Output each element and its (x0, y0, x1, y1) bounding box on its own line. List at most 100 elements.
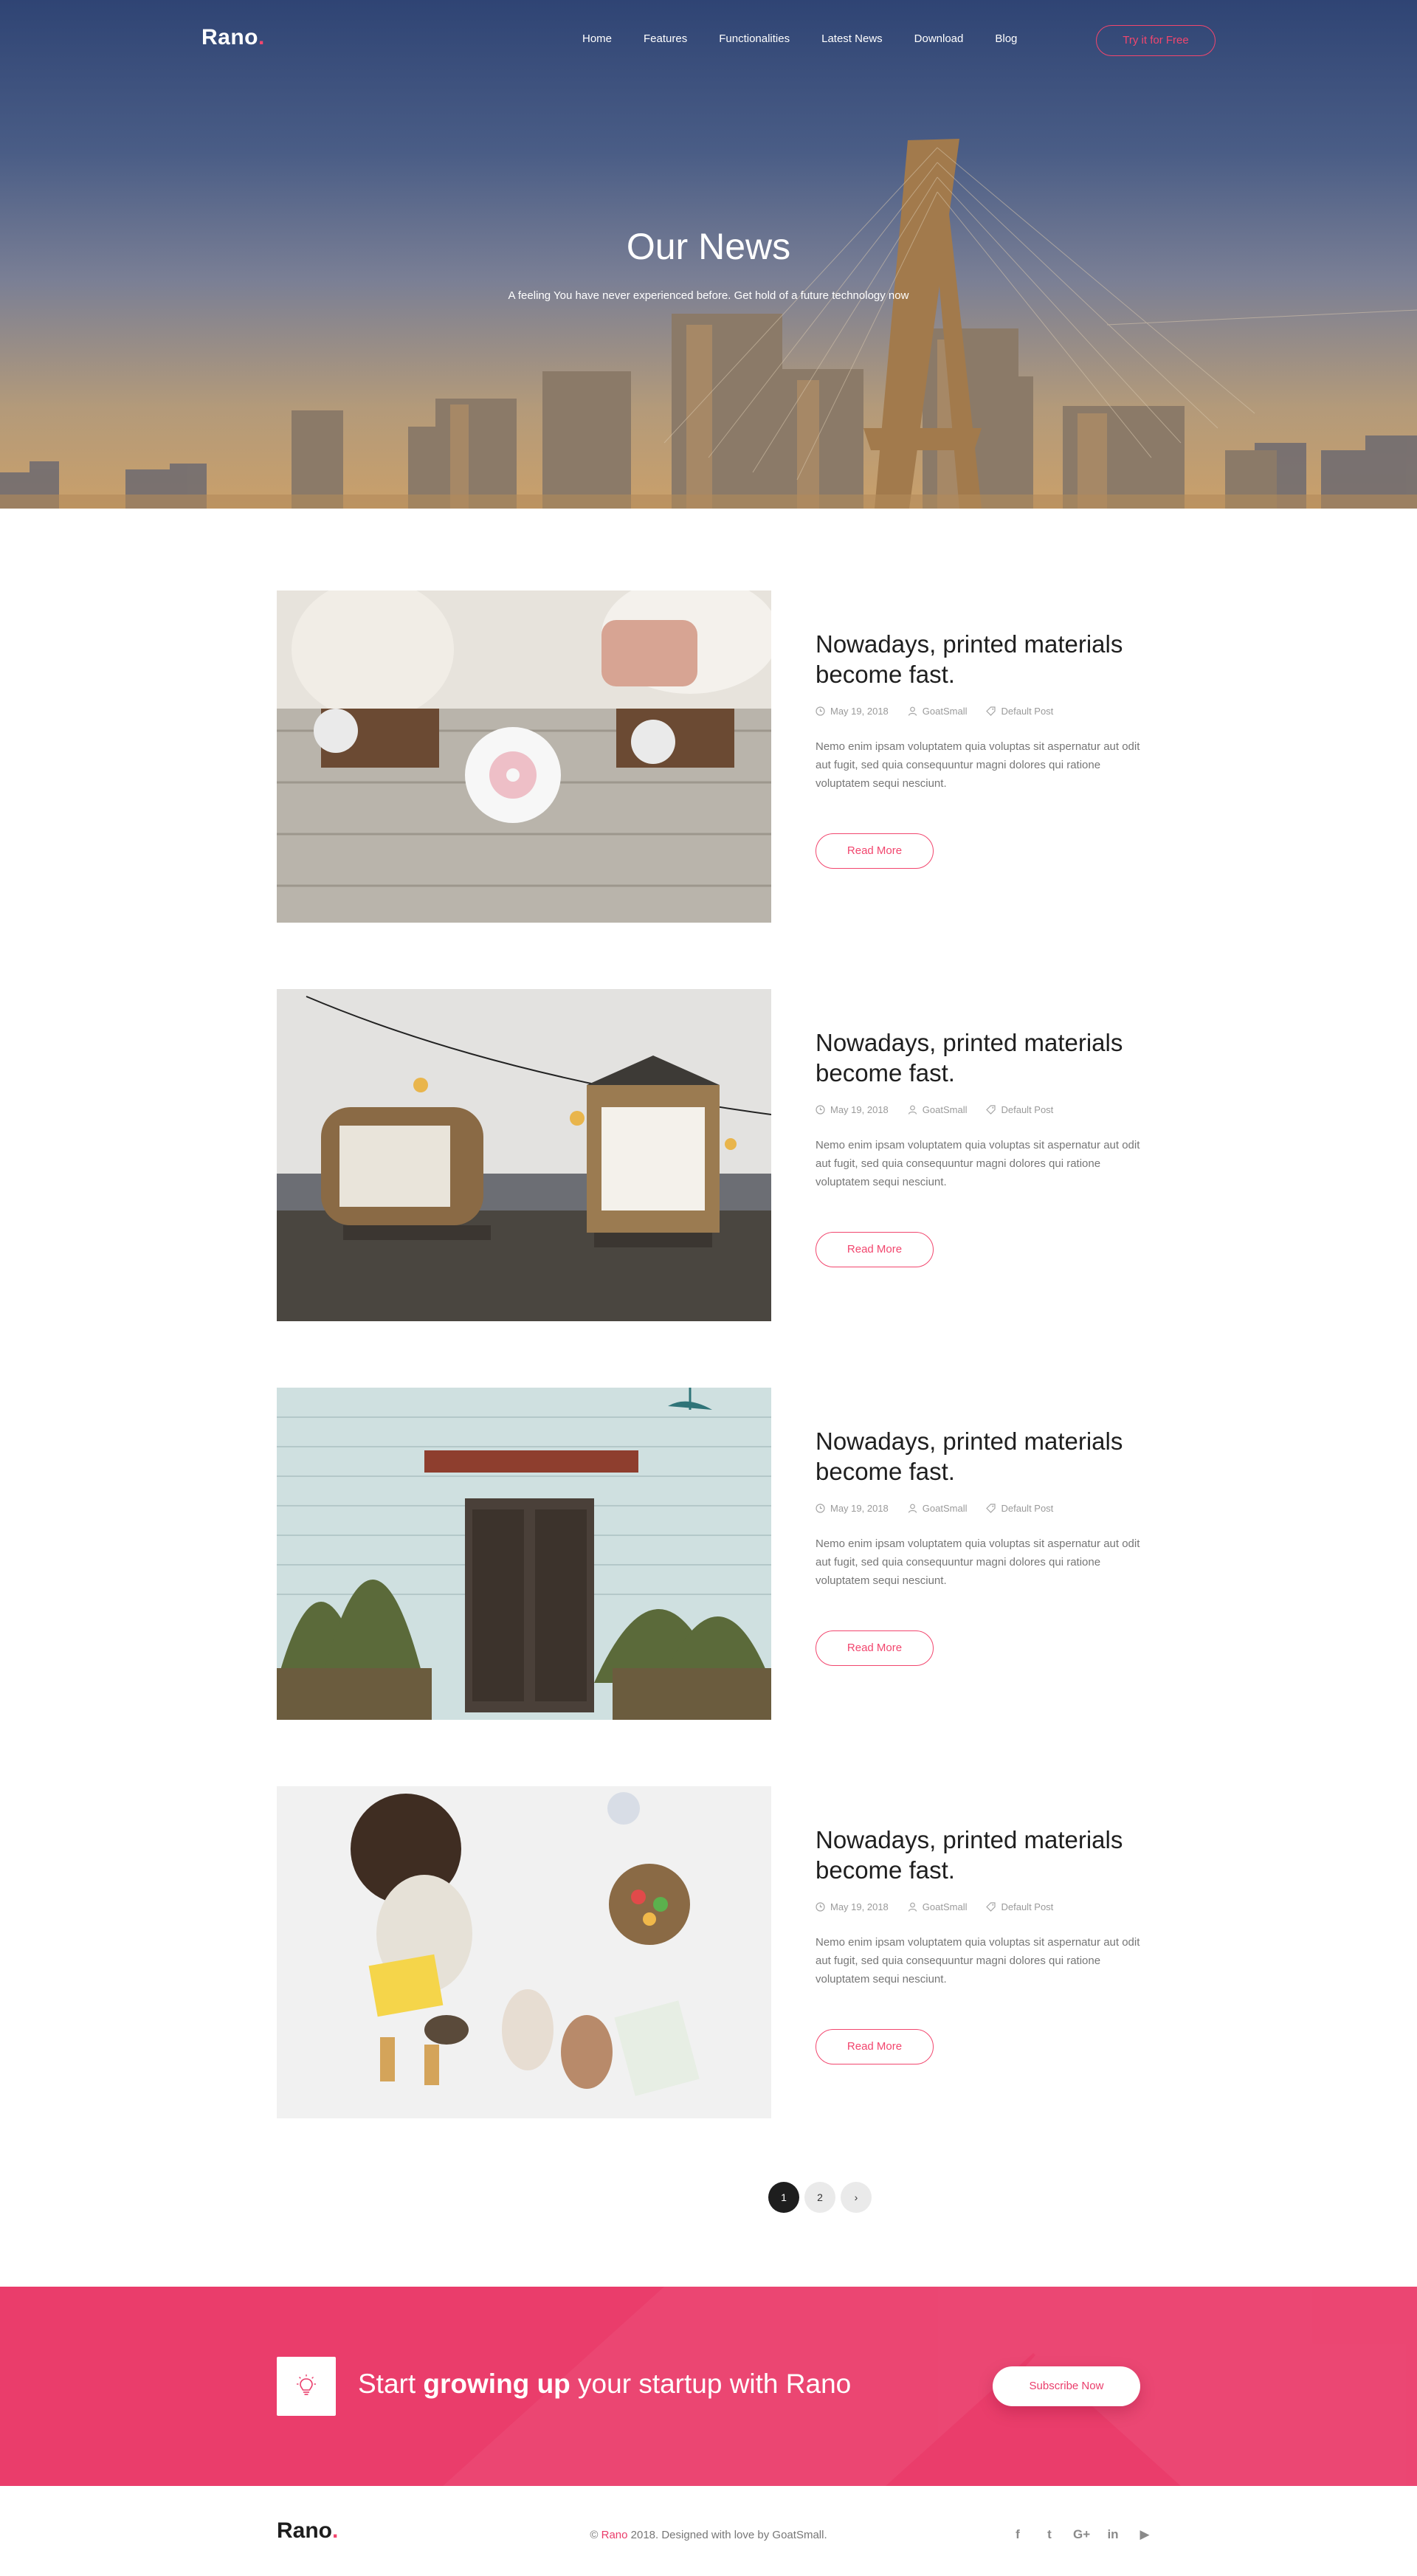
read-more-button[interactable]: Read More (816, 1232, 934, 1267)
post-body: Nowadays, printed materials become fast.… (816, 629, 1140, 869)
post-card: Nowadays, printed materials become fast.… (277, 590, 1140, 923)
post-category-text: Default Post (1001, 1503, 1054, 1514)
post-body: Nowadays, printed materials become fast.… (816, 1027, 1140, 1267)
post-title[interactable]: Nowadays, printed materials become fast. (816, 1027, 1140, 1088)
post-card: Nowadays, printed materials become fast.… (277, 1388, 1140, 1720)
pagination: 1 2 › (768, 2182, 872, 2213)
post-category-text: Default Post (1001, 1104, 1054, 1115)
post-date: May 19, 2018 (816, 706, 889, 717)
post-author[interactable]: GoatSmall (908, 1901, 968, 1912)
post-date-text: May 19, 2018 (830, 706, 889, 717)
post-meta: May 19, 2018 GoatSmall Default Post (816, 1901, 1140, 1912)
page-button-1[interactable]: 1 (768, 2182, 799, 2213)
user-icon (908, 1902, 917, 1912)
post-title[interactable]: Nowadays, printed materials become fast. (816, 1825, 1140, 1885)
post-author[interactable]: GoatSmall (908, 706, 968, 717)
post-date-text: May 19, 2018 (830, 1901, 889, 1912)
post-author[interactable]: GoatSmall (908, 1104, 967, 1115)
post-category[interactable]: Default Post (986, 706, 1053, 717)
post-card: Nowadays, printed materials become fast.… (277, 1786, 1140, 2118)
user-icon (908, 706, 917, 716)
subscribe-button[interactable]: Subscribe Now (993, 2366, 1140, 2406)
cta-headline-bold: growing up (423, 2369, 570, 2399)
social-links: f t G+ in ▶ (1010, 2527, 1153, 2543)
brand-logo[interactable]: Rano. (201, 25, 265, 50)
next-page-button[interactable]: › (841, 2182, 872, 2213)
nav-link-download[interactable]: Download (914, 32, 964, 45)
post-excerpt: Nemo enim ipsam voluptatem quia voluptas… (816, 1936, 1140, 1986)
clock-icon (816, 1504, 825, 1513)
post-date: May 19, 2018 (816, 1901, 889, 1912)
tag-icon (986, 1105, 996, 1115)
cta-headline-start: Start (358, 2369, 424, 2399)
post-image[interactable] (277, 1786, 771, 2118)
post-excerpt: Nemo enim ipsam voluptatem quia voluptas… (816, 1537, 1140, 1587)
page-button-2[interactable]: 2 (804, 2182, 835, 2213)
user-icon (908, 1504, 917, 1513)
post-meta: May 19, 2018 GoatSmall Default Post (816, 1104, 1140, 1115)
post-author-text: GoatSmall (922, 1901, 968, 1912)
linkedin-icon[interactable]: in (1105, 2527, 1121, 2543)
copyright-brand-link[interactable]: Rano (601, 2529, 628, 2541)
copyright-suffix: 2018. Designed with love by GoatSmall. (627, 2529, 827, 2541)
facebook-icon[interactable]: f (1010, 2527, 1026, 2543)
nav-link-blog[interactable]: Blog (995, 32, 1017, 45)
brand-logo-dot: . (258, 25, 265, 49)
post-category[interactable]: Default Post (986, 1503, 1053, 1514)
clock-icon (816, 1105, 825, 1115)
post-date: May 19, 2018 (816, 1104, 889, 1115)
nav-link-functionalities[interactable]: Functionalities (719, 32, 790, 45)
nav-link-home[interactable]: Home (582, 32, 612, 45)
page-subtitle: A feeling You have never experienced bef… (508, 289, 909, 302)
nav-links: Home Features Functionalities Latest New… (582, 32, 1049, 45)
post-title[interactable]: Nowadays, printed materials become fast. (816, 1426, 1140, 1487)
tag-icon (986, 706, 996, 716)
post-title[interactable]: Nowadays, printed materials become fast. (816, 629, 1140, 689)
cta-headline: Start growing up your startup with Rano (358, 2369, 851, 2400)
cta-headline-end: your startup with Rano (570, 2369, 852, 2399)
post-meta: May 19, 2018 GoatSmall Default Post (816, 1503, 1140, 1514)
post-image[interactable] (277, 590, 771, 923)
post-date-text: May 19, 2018 (830, 1503, 889, 1514)
clock-icon (816, 706, 825, 716)
post-meta: May 19, 2018 GoatSmall Default Post (816, 706, 1140, 717)
copyright-prefix: © (590, 2529, 601, 2541)
try-for-free-button[interactable]: Try it for Free (1096, 25, 1216, 56)
twitter-icon[interactable]: t (1041, 2527, 1058, 2543)
google-plus-icon[interactable]: G+ (1073, 2527, 1090, 2543)
post-excerpt: Nemo enim ipsam voluptatem quia voluptas… (816, 1139, 1140, 1188)
brand-logo-text: Rano (201, 25, 258, 49)
cta-icon-box (277, 2357, 336, 2416)
post-image[interactable] (277, 1388, 771, 1720)
post-excerpt: Nemo enim ipsam voluptatem quia voluptas… (816, 740, 1140, 790)
nav-link-latest-news[interactable]: Latest News (821, 32, 883, 45)
youtube-icon[interactable]: ▶ (1137, 2527, 1153, 2543)
main-navigation: Rano. Home Features Functionalities Late… (0, 0, 1417, 81)
lightbulb-icon (297, 2374, 316, 2395)
read-more-button[interactable]: Read More (816, 833, 934, 869)
post-card: Nowadays, printed materials become fast.… (277, 989, 1140, 1321)
post-category[interactable]: Default Post (986, 1104, 1053, 1115)
tag-icon (986, 1902, 996, 1912)
post-category-text: Default Post (1001, 706, 1054, 717)
post-image[interactable] (277, 989, 771, 1321)
post-category-text: Default Post (1001, 1901, 1054, 1912)
post-author[interactable]: GoatSmall (908, 1503, 968, 1514)
post-body: Nowadays, printed materials become fast.… (816, 1825, 1140, 2064)
read-more-button[interactable]: Read More (816, 2029, 934, 2064)
user-icon (908, 1105, 917, 1115)
post-body: Nowadays, printed materials become fast.… (816, 1426, 1140, 1666)
footer: Rano. © Rano 2018. Designed with love by… (0, 2486, 1417, 2576)
read-more-button[interactable]: Read More (816, 1630, 934, 1666)
hero-section: Rano. Home Features Functionalities Late… (0, 0, 1417, 509)
clock-icon (816, 1902, 825, 1912)
nav-link-features[interactable]: Features (644, 32, 687, 45)
post-category[interactable]: Default Post (986, 1901, 1053, 1912)
subscribe-banner: Start growing up your startup with Rano … (0, 2287, 1417, 2486)
post-author-text: GoatSmall (922, 1503, 968, 1514)
post-date-text: May 19, 2018 (830, 1104, 889, 1115)
tag-icon (986, 1504, 996, 1513)
copyright: © Rano 2018. Designed with love by GoatS… (0, 2529, 1417, 2541)
post-author-text: GoatSmall (922, 706, 968, 717)
post-date: May 19, 2018 (816, 1503, 889, 1514)
